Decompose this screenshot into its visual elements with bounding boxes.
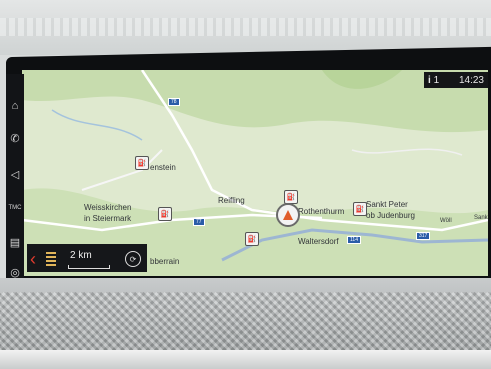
scale-bar-icon: [68, 265, 110, 269]
ceiling-trim: [0, 18, 491, 36]
compass-icon[interactable]: ⟳: [125, 251, 141, 267]
fuel-station-icon[interactable]: ⛽: [245, 232, 259, 246]
speaker-grille: [0, 292, 491, 352]
zoom-level-indicator: [46, 252, 56, 268]
fuel-station-icon[interactable]: ⛽: [284, 190, 298, 204]
place-label: bberrain: [150, 257, 180, 266]
clock: 14:23: [458, 74, 484, 86]
place-label: Reifling: [218, 196, 245, 205]
place-label: enstein: [150, 163, 176, 172]
place-label: Wöll: [440, 218, 452, 224]
road-number-77: 77: [193, 218, 205, 226]
phone-icon[interactable]: ✆: [7, 130, 23, 146]
fuel-station-icon[interactable]: ⛽: [135, 156, 149, 170]
place-label: Waltersdorf: [298, 237, 339, 246]
fuel-station-icon[interactable]: ⛽: [353, 202, 367, 216]
vehicle-position-icon: [276, 203, 300, 227]
dashboard-edge: [0, 350, 491, 369]
route-icon[interactable]: ◁: [7, 166, 23, 182]
tmc-label: TMC: [8, 205, 22, 211]
place-label: in Steiermark: [84, 214, 132, 223]
place-label: Weisskirchen: [84, 203, 132, 212]
info-count: 1: [433, 74, 440, 86]
place-label: Sank: [474, 215, 488, 221]
status-bar: i 1 14:23: [424, 72, 488, 88]
road-number-317: 317: [416, 232, 431, 240]
place-label: Rothenthurm: [298, 207, 345, 216]
map-book-icon[interactable]: ▤: [7, 234, 23, 250]
scale-label: 2 km: [70, 250, 92, 261]
place-label: ob Judenburg: [366, 211, 415, 220]
tmc-icon[interactable]: TMC: [7, 200, 23, 216]
navigation-icon[interactable]: ⌂: [7, 98, 23, 114]
place-label: Sankt Peter: [366, 200, 408, 209]
road-number-114: 114: [347, 236, 361, 244]
road-number-78: 78: [168, 98, 180, 106]
chevron-left-icon[interactable]: ‹: [30, 250, 42, 268]
info-icon[interactable]: i 1: [428, 75, 439, 86]
fuel-station-icon[interactable]: ⛽: [158, 207, 172, 221]
